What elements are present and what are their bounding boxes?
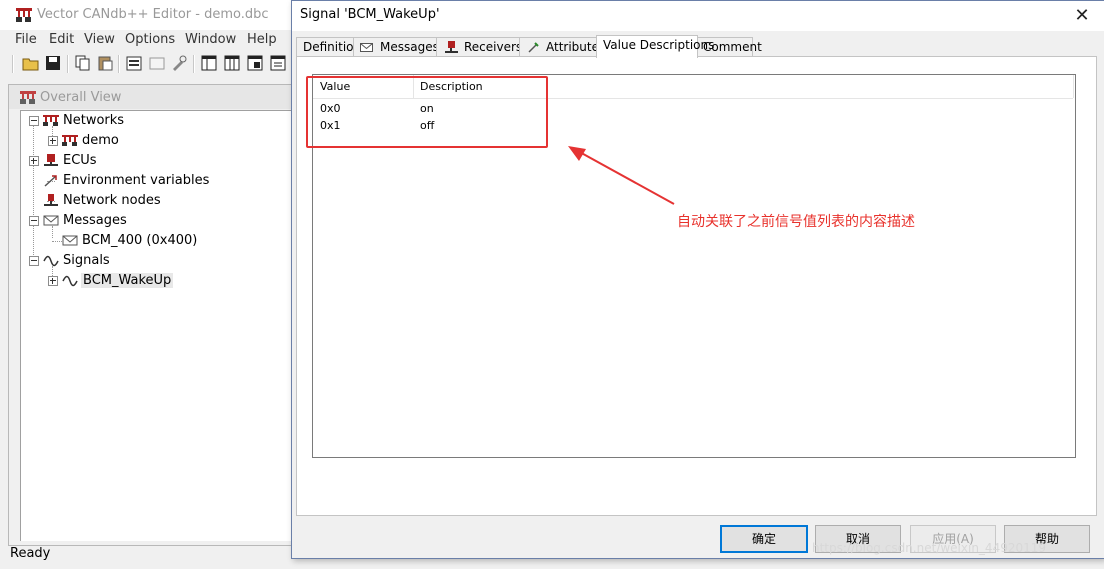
tree-item-label: BCM_400 (0x400) (82, 233, 198, 248)
network-icon (62, 135, 78, 146)
tree-item-messages[interactable]: Messages (29, 212, 229, 230)
status-bar: Ready (0, 544, 290, 569)
tree-item-label: Messages (63, 213, 127, 228)
table-icon-2[interactable] (223, 54, 241, 72)
tab-value-descriptions[interactable]: Value Descriptions (596, 35, 714, 58)
tree-item-network-nodes[interactable]: Network nodes (29, 192, 289, 210)
table-icon-4[interactable] (269, 54, 287, 72)
column-divider[interactable] (1073, 75, 1074, 98)
menu-help[interactable]: Help (247, 32, 277, 47)
annotation-highlight-box (306, 76, 548, 148)
tree-guide (33, 121, 34, 261)
toolbar-separator (118, 55, 120, 73)
tab-label: Receivers (464, 40, 523, 54)
tree-item-label: BCM_WakeUp (81, 273, 174, 288)
menu-view[interactable]: View (84, 32, 115, 47)
overall-view-panel: Overall View Networks demo ECUs Environm… (8, 84, 310, 546)
table-icon-1[interactable] (200, 54, 218, 72)
node-icon (44, 194, 58, 206)
menu-window[interactable]: Window (185, 32, 236, 47)
envelope-icon (43, 215, 59, 226)
tree-item-signals[interactable]: Signals (29, 252, 229, 270)
tree-item-label: Environment variables (63, 173, 210, 188)
envelope-icon (62, 235, 78, 246)
watermark: https://blog.csdn.net/weixin_44920119 (812, 541, 1047, 555)
view-icon[interactable] (148, 54, 166, 72)
envelope-icon (360, 43, 373, 52)
toolbar-separator (12, 55, 14, 73)
overall-view-header: Overall View (9, 85, 309, 109)
expand-icon[interactable] (29, 156, 39, 166)
open-folder-icon[interactable] (22, 54, 40, 72)
tree-item-networks[interactable]: Networks (29, 112, 229, 130)
tab-attributes[interactable]: Attributes (519, 37, 605, 57)
dialog-titlebar: Signal 'BCM_WakeUp' ✕ (292, 1, 1104, 31)
toolbar-separator (67, 55, 69, 73)
copy-icon[interactable] (74, 54, 92, 72)
expand-icon[interactable] (48, 276, 58, 286)
toolbar-separator (193, 55, 195, 73)
tool-icon[interactable] (170, 54, 188, 72)
tree-item-ecus[interactable]: ECUs (29, 152, 229, 170)
tree-item-label: Network nodes (63, 193, 161, 208)
signal-dialog: Signal 'BCM_WakeUp' ✕ Definition Message… (291, 0, 1104, 559)
tree-item-environment-variables[interactable]: Environment variables (29, 172, 289, 190)
properties-icon[interactable] (125, 54, 143, 72)
tree-item-label: Signals (63, 253, 110, 268)
tab-strip: Definition Messages Receivers Attributes… (296, 35, 1096, 58)
ok-button[interactable]: 确定 (720, 525, 808, 553)
tree-item-demo[interactable]: demo (48, 132, 248, 150)
overall-view-title: Overall View (40, 90, 122, 105)
network-icon (43, 115, 59, 126)
env-var-icon (44, 175, 57, 187)
tab-definition[interactable]: Definition (296, 37, 361, 57)
paste-icon[interactable] (96, 54, 114, 72)
tab-receivers[interactable]: Receivers (436, 37, 523, 57)
menu-file[interactable]: File (15, 32, 37, 47)
tree-item-label: Networks (63, 113, 125, 128)
node-icon (445, 41, 458, 53)
tree-item-bcm-400[interactable]: BCM_400 (0x400) (48, 232, 288, 250)
collapse-icon[interactable] (29, 216, 39, 226)
status-text: Ready (10, 546, 51, 561)
save-icon[interactable] (44, 54, 62, 72)
tree-item-bcm-wakeup[interactable]: BCM_WakeUp (48, 272, 248, 290)
app-logo-icon (16, 8, 32, 22)
close-icon[interactable]: ✕ (1071, 5, 1093, 27)
signal-wave-icon (62, 275, 78, 287)
tab-label: Value Descriptions (603, 38, 715, 52)
dialog-title: Signal 'BCM_WakeUp' (300, 7, 440, 22)
table-icon-3[interactable] (246, 54, 264, 72)
tree-item-label: demo (82, 133, 119, 148)
menu-edit[interactable]: Edit (49, 32, 74, 47)
signal-wave-icon (43, 255, 59, 267)
collapse-icon[interactable] (29, 116, 39, 126)
annotation-text: 自动关联了之前信号值列表的内容描述 (677, 214, 915, 230)
app-title: Vector CANdb++ Editor - demo.dbc (37, 7, 269, 22)
tree-item-label: ECUs (63, 153, 97, 168)
collapse-icon[interactable] (29, 256, 39, 266)
ecu-icon (44, 154, 58, 166)
tree-view[interactable]: Networks demo ECUs Environment variables (20, 110, 310, 541)
overall-view-icon (20, 91, 36, 104)
menu-options[interactable]: Options (125, 32, 175, 47)
expand-icon[interactable] (48, 136, 58, 146)
tab-label: Messages (380, 40, 439, 54)
annotation-arrow-icon (568, 146, 675, 205)
attributes-icon (528, 42, 539, 53)
tab-messages[interactable]: Messages (353, 37, 439, 57)
